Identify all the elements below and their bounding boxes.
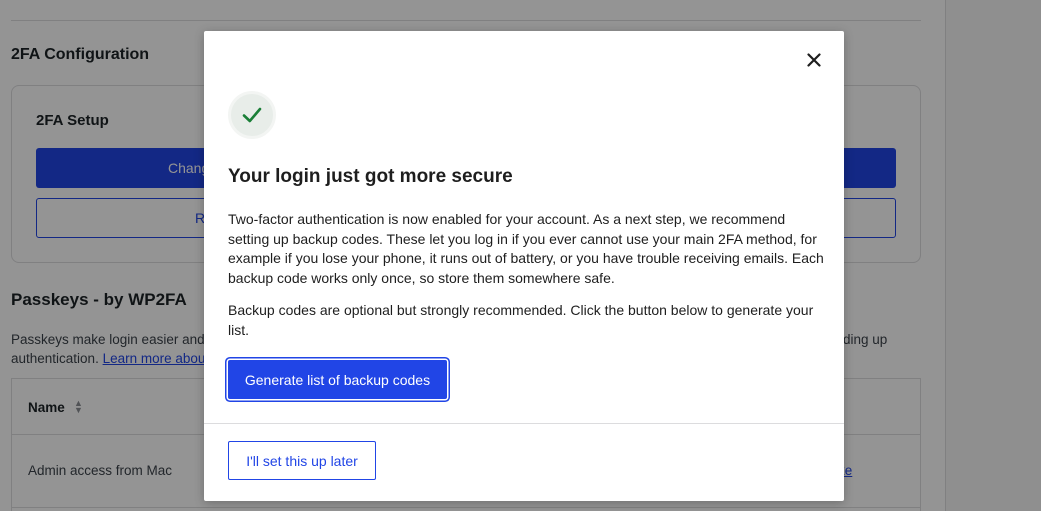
backup-codes-modal: Your login just got more secure Two-fact… xyxy=(204,31,844,501)
success-badge xyxy=(228,91,276,139)
modal-paragraph-intro: Two-factor authentication is now enabled… xyxy=(228,211,824,286)
modal-paragraph-recommendation: Backup codes are optional but strongly r… xyxy=(228,302,814,338)
close-icon xyxy=(807,53,821,67)
modal-title: Your login just got more secure xyxy=(228,166,513,187)
generate-backup-codes-button[interactable]: Generate list of backup codes xyxy=(228,360,447,399)
close-button[interactable] xyxy=(802,48,826,72)
checkmark-icon xyxy=(242,107,262,123)
modal-body: Two-factor authentication is now enabled… xyxy=(228,210,828,354)
modal-footer: I'll set this up later xyxy=(204,423,844,501)
set-up-later-button[interactable]: I'll set this up later xyxy=(228,441,376,480)
